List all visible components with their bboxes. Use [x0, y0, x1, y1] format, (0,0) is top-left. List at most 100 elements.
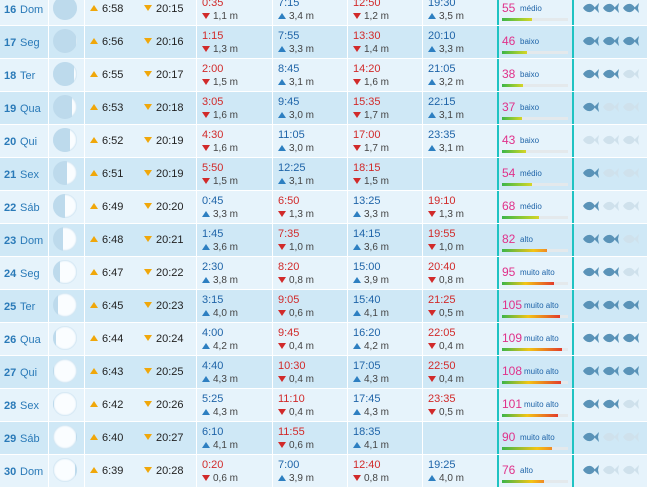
- tide-height: 0,6 m: [202, 473, 238, 484]
- coefficient-bar-fill: [502, 348, 562, 351]
- fishing-activity-cell: [574, 356, 647, 388]
- coefficient-bar: [502, 51, 568, 54]
- tide-height: 1,6 m: [202, 110, 238, 121]
- moon-phase-cell: [48, 356, 84, 388]
- sunrise-cell: 6:39: [84, 455, 142, 487]
- fishing-activity-cell: [574, 224, 647, 256]
- weekday-label: Dom: [20, 235, 43, 247]
- coefficient-value: 55: [502, 1, 515, 15]
- low-tide-time: 13:30: [353, 30, 381, 42]
- tide-height: 3,0 m: [278, 110, 314, 121]
- high-tide-time: 0:45: [202, 195, 223, 207]
- sunrise-cell: 6:58: [84, 0, 142, 25]
- tide-height-value: 3,1 m: [289, 77, 314, 88]
- moon-shadow: [53, 95, 72, 119]
- sunrise-cell: 6:49: [84, 191, 142, 223]
- tide-height-value: 1,0 m: [439, 242, 464, 253]
- fish-icon: [582, 233, 599, 245]
- tide-height: 4,3 m: [353, 407, 389, 418]
- day-cell: 25Ter: [0, 290, 48, 322]
- moon-phase-icon: [53, 359, 77, 383]
- column-divider: [347, 356, 348, 388]
- column-divider: [84, 0, 85, 25]
- sunset-time: 20:26: [156, 399, 184, 411]
- tide-height-value: 3,3 m: [213, 209, 238, 220]
- coefficient-divider: [497, 455, 499, 487]
- fish-icon: [582, 365, 599, 377]
- coefficient-divider: [497, 323, 499, 355]
- sunset-icon: [144, 104, 152, 110]
- fish-icon: [582, 68, 599, 80]
- sunrise-icon: [90, 467, 98, 473]
- tide-height-value: 1,5 m: [364, 176, 389, 187]
- sunrise-icon: [90, 335, 98, 341]
- tide-cell: 11:100,4 m: [272, 389, 348, 421]
- sunset-cell: 20:21: [138, 224, 196, 256]
- tide-cell: 7:351,0 m: [272, 224, 348, 256]
- tide-height: 3,1 m: [278, 77, 314, 88]
- coefficient-divider: [572, 158, 574, 190]
- tide-height-value: 1,7 m: [364, 143, 389, 154]
- column-divider: [84, 26, 85, 58]
- table-row: 30Dom6:3920:280:200,6 m7:003,9 m12:400,8…: [0, 455, 647, 488]
- fishing-activity-cell: [574, 158, 647, 190]
- tide-height: 1,5 m: [202, 176, 238, 187]
- weekday-label: Qua: [20, 103, 41, 115]
- high-tide-time: 7:00: [278, 459, 299, 471]
- moon-phase-cell: [48, 455, 84, 487]
- fish-icon: [622, 332, 639, 344]
- moon-phase-cell: [48, 257, 84, 289]
- coefficient-divider: [497, 389, 499, 421]
- low-tide-time: 2:00: [202, 63, 223, 75]
- coefficient-bar: [502, 381, 568, 384]
- coefficient-divider: [572, 422, 574, 454]
- coefficient-label: muito alto: [524, 301, 559, 310]
- high-tide-time: 3:15: [202, 294, 223, 306]
- coefficient-bar: [502, 117, 568, 120]
- tide-cell: 1:151,3 m: [196, 26, 272, 58]
- weekday-label: Ter: [20, 301, 35, 313]
- low-tide-icon: [278, 343, 286, 349]
- coefficient-bar-fill: [502, 414, 558, 417]
- column-divider: [347, 158, 348, 190]
- sunset-cell: 20:24: [138, 323, 196, 355]
- high-tide-icon: [202, 211, 210, 217]
- tide-cell: 4:404,3 m: [196, 356, 272, 388]
- coefficient-value: 46: [502, 34, 515, 48]
- sunrise-cell: 6:40: [84, 422, 142, 454]
- high-tide-icon: [278, 475, 286, 481]
- tide-height-value: 3,3 m: [289, 44, 314, 55]
- high-tide-time: 8:45: [278, 63, 299, 75]
- moon-phase-cell: [48, 422, 84, 454]
- high-tide-icon: [202, 277, 210, 283]
- day-cell: 16Dom: [0, 0, 48, 25]
- sunrise-cell: 6:55: [84, 59, 142, 91]
- column-divider: [48, 191, 49, 223]
- low-tide-icon: [428, 376, 436, 382]
- high-tide-time: 19:30: [428, 0, 456, 9]
- tide-height-value: 3,2 m: [439, 77, 464, 88]
- table-row: 27Qui6:4320:254:404,3 m10:300,4 m17:054,…: [0, 356, 647, 389]
- coefficient-bar: [502, 84, 568, 87]
- coefficient-bar-fill: [502, 282, 554, 285]
- tide-cell: 12:501,2 m: [347, 0, 423, 25]
- tide-height: 4,3 m: [353, 374, 389, 385]
- high-tide-time: 5:25: [202, 393, 223, 405]
- table-row: 16Dom6:5820:150:351,1 m7:153,4 m12:501,2…: [0, 0, 647, 26]
- sunrise-icon: [90, 434, 98, 440]
- high-tide-icon: [353, 442, 361, 448]
- weekday-label: Dom: [20, 4, 43, 16]
- moon-phase-icon: [53, 161, 77, 185]
- tide-height: 4,3 m: [202, 407, 238, 418]
- tide-height: 0,6 m: [278, 440, 314, 451]
- sunset-icon: [144, 368, 152, 374]
- tide-height: 1,3 m: [278, 209, 314, 220]
- tide-cell: 1:453,6 m: [196, 224, 272, 256]
- low-tide-icon: [353, 178, 361, 184]
- fish-icon: [582, 167, 599, 179]
- day-number: 18: [4, 70, 16, 82]
- tide-height-value: 4,0 m: [213, 308, 238, 319]
- coefficient-label: alto: [520, 235, 533, 244]
- tide-height: 0,4 m: [428, 341, 464, 352]
- tide-cell: 12:253,1 m: [272, 158, 348, 190]
